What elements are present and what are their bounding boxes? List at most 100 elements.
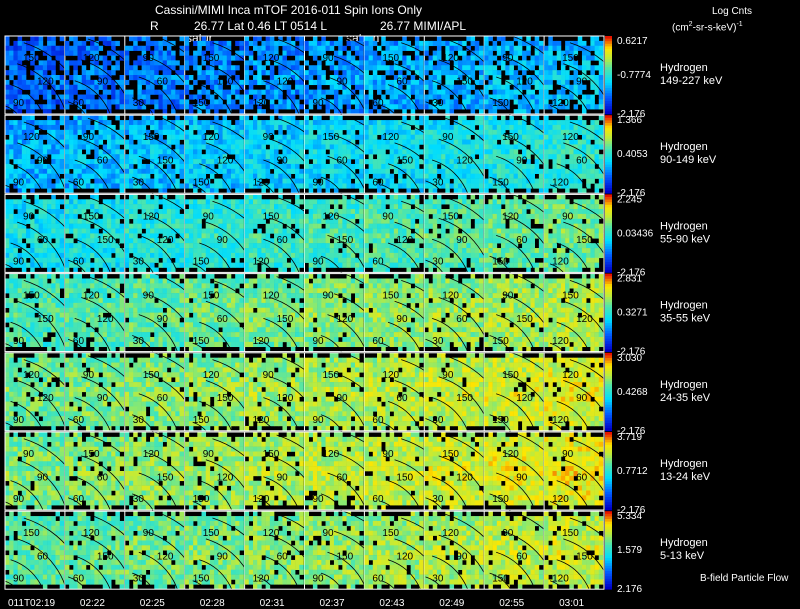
heatmap-cell	[133, 204, 138, 210]
heatmap-cell	[372, 50, 378, 56]
heatmap-cell	[26, 115, 31, 121]
heatmap-cell	[492, 124, 498, 131]
heatmap-cell	[42, 257, 48, 263]
heatmap-cell	[222, 223, 228, 229]
heatmap-cell	[171, 213, 176, 220]
heatmap-cell	[90, 228, 95, 234]
heatmap-cell	[47, 149, 52, 155]
heatmap-cell	[47, 252, 52, 259]
heatmap-cell	[64, 228, 70, 234]
heatmap-cell	[312, 154, 318, 160]
heatmap-cell	[69, 124, 74, 131]
heatmap-cell	[548, 139, 553, 145]
heatmap-cell	[77, 163, 83, 170]
heatmap-cell	[282, 70, 287, 76]
heatmap-cell	[449, 70, 455, 76]
heatmap-cell	[98, 173, 104, 179]
heatmap-cell	[265, 168, 271, 174]
heatmap-cell	[581, 55, 587, 61]
heatmap-cell	[85, 120, 91, 126]
heatmap-cell	[598, 115, 604, 121]
heatmap-cell	[290, 168, 296, 174]
heatmap-cell	[534, 104, 540, 110]
heatmap-cell	[594, 149, 600, 155]
heatmap-cell	[115, 194, 120, 200]
heatmap-cell	[253, 233, 258, 239]
heatmap-cell	[342, 99, 347, 105]
heatmap-cell	[312, 204, 318, 210]
heatmap-cell	[209, 159, 215, 165]
colorbar: 1.3660.4053-2.176	[605, 115, 648, 199]
heatmap-cell	[129, 139, 134, 145]
heatmap-cell	[312, 70, 318, 76]
heatmap-cell	[377, 89, 382, 95]
heatmap-cell	[282, 99, 287, 105]
heatmap-cell	[436, 89, 442, 95]
heatmap-cell	[424, 129, 429, 135]
heatmap-cell	[449, 124, 455, 131]
contour-label: 90	[442, 132, 454, 143]
heatmap-cell	[205, 120, 211, 126]
heatmap-cell	[124, 60, 130, 66]
heatmap-cell	[239, 243, 244, 249]
heatmap-cell	[47, 60, 52, 66]
heatmap-cell	[569, 183, 574, 189]
heatmap-cell	[129, 233, 134, 239]
heatmap-cell	[573, 149, 579, 155]
heatmap-cell	[222, 55, 228, 61]
heatmap-cell	[115, 228, 120, 234]
heatmap-cell	[26, 104, 31, 110]
heatmap-cell	[484, 104, 489, 110]
heatmap-cell	[517, 173, 523, 179]
heatmap-cell	[30, 159, 35, 165]
contour-label: 150	[456, 76, 473, 87]
contour-label: 120	[263, 53, 280, 64]
heatmap-cell	[312, 40, 318, 47]
heatmap-cell	[133, 248, 138, 254]
heatmap-cell	[90, 45, 95, 51]
heatmap-cell	[381, 124, 386, 131]
heatmap-cell	[226, 40, 232, 47]
heatmap-cell	[286, 45, 292, 51]
heatmap-cell	[137, 79, 142, 86]
heatmap-cell	[544, 159, 549, 165]
heatmap-cell	[295, 252, 300, 259]
heatmap-cell	[145, 204, 151, 210]
heatmap-cell	[64, 252, 70, 259]
heatmap-cell	[124, 252, 130, 259]
heatmap-cell	[193, 233, 198, 239]
heatmap-cell	[193, 55, 198, 61]
heatmap-cell	[257, 168, 262, 174]
heatmap-cell	[193, 60, 198, 66]
heatmap-cell	[552, 75, 558, 81]
heatmap-cell	[474, 94, 480, 100]
heatmap-cell	[414, 178, 420, 184]
heatmap-cell	[85, 115, 91, 121]
heatmap-cell	[295, 129, 300, 135]
heatmap-cell	[274, 248, 279, 254]
heatmap-cell	[449, 45, 455, 51]
heatmap-cell	[342, 65, 347, 71]
heatmap-cell	[115, 65, 120, 71]
heatmap-cell	[201, 70, 207, 76]
heatmap-cell	[552, 163, 558, 170]
heatmap-cell	[239, 94, 244, 100]
heatmap-cell	[124, 168, 130, 174]
heatmap-cell	[193, 50, 198, 56]
heatmap-cell	[346, 55, 352, 61]
heatmap-cell	[478, 45, 484, 51]
heatmap-cell	[235, 223, 240, 229]
heatmap-cell	[569, 94, 574, 100]
heatmap-cell	[166, 209, 172, 215]
heatmap-cell	[222, 218, 228, 224]
heatmap-cell	[26, 178, 31, 184]
heatmap-cell	[17, 144, 23, 150]
heatmap-cell	[534, 94, 540, 100]
heatmap-cell	[312, 213, 318, 220]
heatmap-cell	[474, 55, 480, 61]
heatmap-cell	[269, 183, 275, 189]
heatmap-cell	[90, 183, 95, 189]
heatmap-cell	[436, 50, 442, 56]
heatmap-cell	[406, 183, 411, 189]
contour-label: 120	[516, 76, 533, 87]
